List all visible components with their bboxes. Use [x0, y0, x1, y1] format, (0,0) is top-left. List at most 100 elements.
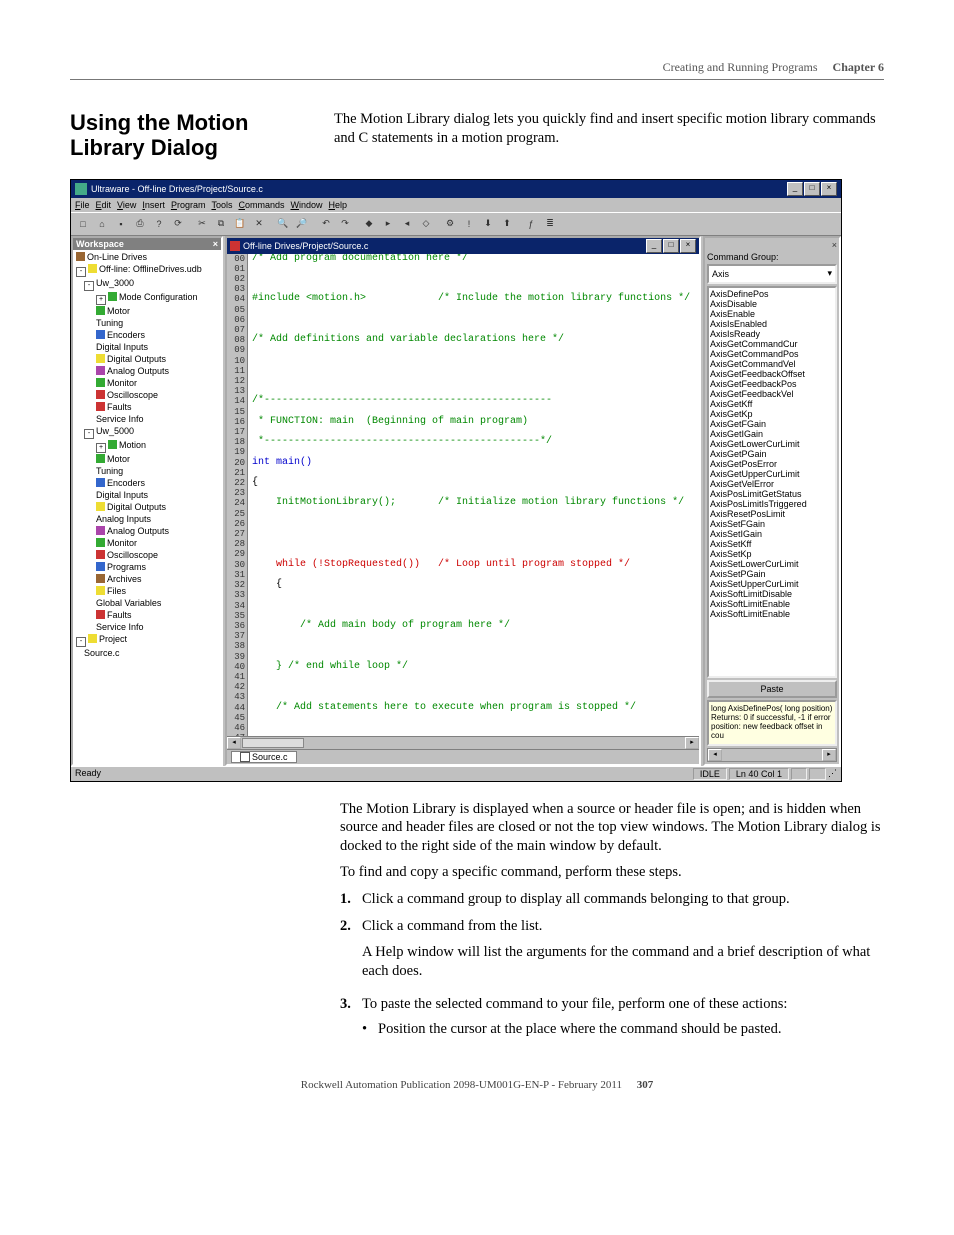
command-item[interactable]: AxisSetPGain [710, 569, 834, 579]
command-item[interactable]: AxisPosLimitGetStatus [710, 489, 834, 499]
command-item[interactable]: AxisIsReady [710, 329, 834, 339]
tree-item[interactable]: Faults [74, 609, 220, 621]
editor-close-button[interactable]: × [680, 239, 696, 253]
command-item[interactable]: AxisGetKff [710, 399, 834, 409]
command-item[interactable]: AxisGetCommandVel [710, 359, 834, 369]
tree-item[interactable]: Analog Outputs [74, 525, 220, 537]
redo-icon[interactable]: ↷ [336, 215, 354, 233]
compile-icon[interactable]: ⚙ [441, 215, 459, 233]
cut-icon[interactable]: ✂ [193, 215, 211, 233]
command-item[interactable]: AxisSetLowerCurLimit [710, 559, 834, 569]
tree-item[interactable]: -Off-line: OfflineDrives.udb [74, 263, 220, 277]
tree-item[interactable]: Digital Outputs [74, 353, 220, 365]
editor-minimize-button[interactable]: _ [646, 239, 662, 253]
tree-item[interactable]: Oscilloscope [74, 549, 220, 561]
menu-window[interactable]: Window [291, 200, 323, 210]
tree-item[interactable]: -Uw_3000 [74, 277, 220, 291]
menu-view[interactable]: View [117, 200, 136, 210]
command-item[interactable]: AxisSetIGain [710, 529, 834, 539]
menu-tools[interactable]: Tools [211, 200, 232, 210]
copy-icon[interactable]: ⧉ [212, 215, 230, 233]
command-group-select[interactable]: Axis ▾ [707, 264, 837, 284]
command-item[interactable]: AxisGetIGain [710, 429, 834, 439]
command-item[interactable]: AxisGetPGain [710, 449, 834, 459]
tree-item[interactable]: Faults [74, 401, 220, 413]
download-icon[interactable]: ⬇ [479, 215, 497, 233]
command-item[interactable]: AxisSetFGain [710, 519, 834, 529]
command-item[interactable]: AxisGetPosError [710, 459, 834, 469]
paste-button[interactable]: Paste [707, 680, 837, 698]
tab-source[interactable]: Source.c [231, 751, 297, 763]
command-item[interactable]: AxisGetUpperCurLimit [710, 469, 834, 479]
tree-item[interactable]: On-Line Drives [74, 251, 220, 263]
menubar[interactable]: File Edit View Insert Program Tools Commands Wi… [71, 198, 841, 212]
menu-commands[interactable]: Commands [238, 200, 284, 210]
command-item[interactable]: AxisDisable [710, 299, 834, 309]
command-item[interactable]: AxisSoftLimitDisable [710, 589, 834, 599]
command-item[interactable]: AxisGetLowerCurLimit [710, 439, 834, 449]
tree-item[interactable]: Files [74, 585, 220, 597]
command-item[interactable]: AxisGetCommandCur [710, 339, 834, 349]
tree-item[interactable]: +Mode Configuration [74, 291, 220, 305]
tree-item[interactable]: Analog Outputs [74, 365, 220, 377]
tree-item[interactable]: Service Info [74, 621, 220, 633]
tree-item[interactable]: Encoders [74, 477, 220, 489]
editor-hscrollbar[interactable]: ◂▸ [227, 736, 699, 749]
library-icon[interactable]: ≣ [541, 215, 559, 233]
menu-edit[interactable]: Edit [96, 200, 112, 210]
find-icon[interactable]: 🔍 [274, 215, 292, 233]
command-item[interactable]: AxisGetKp [710, 409, 834, 419]
command-item[interactable]: AxisSetKp [710, 549, 834, 559]
tree-item[interactable]: Motor [74, 305, 220, 317]
menu-insert[interactable]: Insert [142, 200, 165, 210]
command-item[interactable]: AxisIsEnabled [710, 319, 834, 329]
command-item[interactable]: AxisPosLimitIsTriggered [710, 499, 834, 509]
bookmark-next-icon[interactable]: ▸ [379, 215, 397, 233]
command-item[interactable]: AxisResetPosLimit [710, 509, 834, 519]
maximize-button[interactable]: □ [804, 182, 820, 196]
command-item[interactable]: AxisGetFeedbackVel [710, 389, 834, 399]
tree-item[interactable]: Source.c [74, 647, 220, 659]
findnext-icon[interactable]: 🔎 [293, 215, 311, 233]
resize-grip-icon[interactable]: ⋰ [828, 768, 837, 779]
new-icon[interactable]: □ [74, 215, 92, 233]
tree-item[interactable]: -Uw_5000 [74, 425, 220, 439]
command-item[interactable]: AxisGetFeedbackOffset [710, 369, 834, 379]
scan-icon[interactable]: ⟳ [169, 215, 187, 233]
panel-close-icon[interactable]: × [832, 240, 837, 250]
menu-file[interactable]: File [75, 200, 90, 210]
command-item[interactable]: AxisGetFGain [710, 419, 834, 429]
command-item[interactable]: AxisSoftLimitEnable [710, 599, 834, 609]
workspace-tree[interactable]: On-Line Drives-Off-line: OfflineDrives.u… [73, 250, 221, 764]
command-item[interactable]: AxisEnable [710, 309, 834, 319]
tree-item[interactable]: Oscilloscope [74, 389, 220, 401]
tree-item[interactable]: Tuning [74, 317, 220, 329]
command-list[interactable]: AxisDefinePosAxisDisableAxisEnableAxisIs… [707, 286, 837, 678]
minimize-button[interactable]: _ [787, 182, 803, 196]
undo-icon[interactable]: ↶ [317, 215, 335, 233]
stop-icon[interactable]: ! [460, 215, 478, 233]
panel-close-icon[interactable]: × [213, 239, 218, 249]
tree-item[interactable]: Service Info [74, 413, 220, 425]
command-item[interactable]: AxisGetVelError [710, 479, 834, 489]
code-editor[interactable]: 0001020304050607080910111213141516171819… [227, 254, 699, 736]
command-item[interactable]: AxisGetCommandPos [710, 349, 834, 359]
print-icon[interactable]: ⎙ [131, 215, 149, 233]
bookmark-icon[interactable]: ◆ [360, 215, 378, 233]
tree-item[interactable]: Analog Inputs [74, 513, 220, 525]
tree-item[interactable]: Archives [74, 573, 220, 585]
menu-help[interactable]: Help [329, 200, 348, 210]
help-hscrollbar[interactable]: ◂▸ [707, 748, 837, 762]
tree-item[interactable]: Motor [74, 453, 220, 465]
open-icon[interactable]: ⌂ [93, 215, 111, 233]
delete-icon[interactable]: ✕ [250, 215, 268, 233]
command-item[interactable]: AxisSetKff [710, 539, 834, 549]
command-item[interactable]: AxisSoftLimitEnable [710, 609, 834, 619]
menu-program[interactable]: Program [171, 200, 206, 210]
command-item[interactable]: AxisGetFeedbackPos [710, 379, 834, 389]
tree-item[interactable]: Digital Outputs [74, 501, 220, 513]
upload-icon[interactable]: ⬆ [498, 215, 516, 233]
close-button[interactable]: × [821, 182, 837, 196]
help-icon[interactable]: ? [150, 215, 168, 233]
bookmark-clear-icon[interactable]: ◇ [417, 215, 435, 233]
